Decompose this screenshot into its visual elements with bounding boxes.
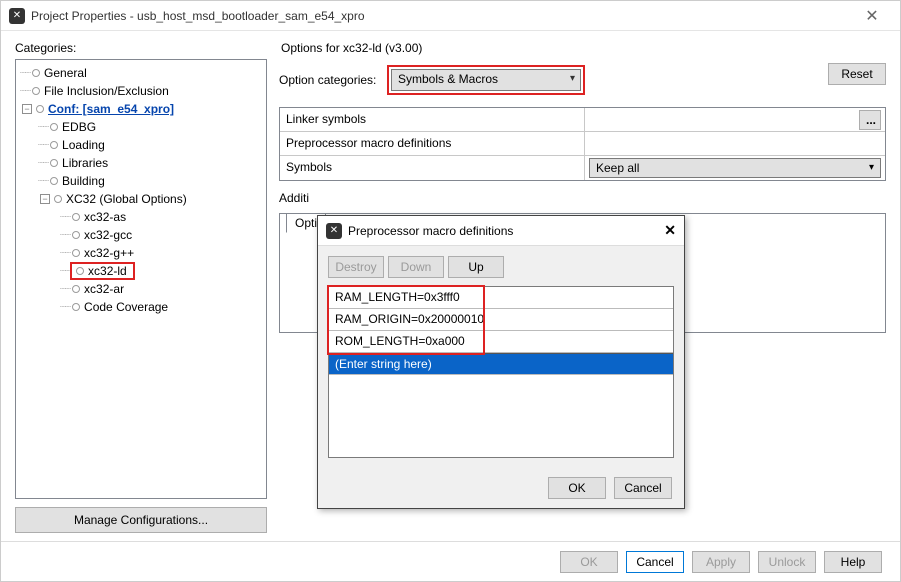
titlebar: ✕ Project Properties - usb_host_msd_boot… <box>1 1 900 31</box>
tree-item-loading[interactable]: ┈┈Loading <box>16 136 266 154</box>
modal-body: Destroy Down Up RAM_LENGTH=0x3fff0 RAM_O… <box>318 246 684 468</box>
modal-cancel-button[interactable]: Cancel <box>614 477 672 499</box>
linker-symbols-label: Linker symbols <box>280 108 585 131</box>
app-icon: ✕ <box>326 223 342 239</box>
dialog-footer: OK Cancel Apply Unlock Help <box>1 541 900 581</box>
additional-label: Additi <box>279 191 886 205</box>
collapse-icon[interactable]: − <box>22 104 32 114</box>
chevron-down-icon: ▾ <box>869 162 874 173</box>
options-for-label: Options for xc32-ld (v3.00) <box>281 41 886 55</box>
categories-panel: Categories: ┈┈General ┈┈File Inclusion/E… <box>15 41 267 533</box>
categories-tree[interactable]: ┈┈General ┈┈File Inclusion/Exclusion −Co… <box>15 59 267 499</box>
list-item[interactable]: ROM_LENGTH=0xa000 <box>329 331 673 353</box>
tree-item-xc32-gcc[interactable]: ┈┈xc32-gcc <box>16 226 266 244</box>
modal-titlebar: ✕ Preprocessor macro definitions ✕ <box>318 216 684 246</box>
options-grid: Linker symbols ... Preprocessor macro de… <box>279 107 886 181</box>
list-item[interactable]: RAM_ORIGIN=0x20000010 <box>329 309 673 331</box>
tree-item-xc32-as[interactable]: ┈┈xc32-as <box>16 208 266 226</box>
macro-list[interactable]: RAM_LENGTH=0x3fff0 RAM_ORIGIN=0x20000010… <box>328 286 674 458</box>
symbols-select-value: Keep all <box>596 161 639 175</box>
tree-item-xc32-ld[interactable]: ┈┈xc32-ld <box>16 262 266 280</box>
option-categories-select[interactable]: Symbols & Macros ▾ <box>391 69 581 91</box>
symbols-label: Symbols <box>280 156 585 180</box>
tree-item-file-inclusion[interactable]: ┈┈File Inclusion/Exclusion <box>16 82 266 100</box>
tree-item-conf[interactable]: −Conf: [sam_e54_xpro] <box>16 100 266 118</box>
apply-button[interactable]: Apply <box>692 551 750 573</box>
row-symbols: Symbols Keep all ▾ <box>280 156 885 180</box>
unlock-button[interactable]: Unlock <box>758 551 816 573</box>
preprocessor-macro-dialog: ✕ Preprocessor macro definitions ✕ Destr… <box>317 215 685 509</box>
dialog-body: Categories: ┈┈General ┈┈File Inclusion/E… <box>1 31 900 541</box>
help-button[interactable]: Help <box>824 551 882 573</box>
tree-item-xc32[interactable]: −XC32 (Global Options) <box>16 190 266 208</box>
destroy-button[interactable]: Destroy <box>328 256 384 278</box>
close-icon[interactable]: ✕ <box>664 222 676 239</box>
option-category-row: Option categories: Symbols & Macros ▾ <box>279 65 886 95</box>
tree-item-general[interactable]: ┈┈General <box>16 64 266 82</box>
linker-symbols-browse-button[interactable]: ... <box>859 110 881 130</box>
modal-toolbar: Destroy Down Up <box>328 256 674 278</box>
tree-item-xc32-ar[interactable]: ┈┈xc32-ar <box>16 280 266 298</box>
list-item[interactable]: RAM_LENGTH=0x3fff0 <box>329 287 673 309</box>
modal-title: Preprocessor macro definitions <box>348 224 664 238</box>
collapse-icon[interactable]: − <box>40 194 50 204</box>
row-linker-symbols: Linker symbols ... <box>280 108 885 132</box>
manage-configurations-button[interactable]: Manage Configurations... <box>15 507 267 533</box>
tree-item-xc32-gpp[interactable]: ┈┈xc32-g++ <box>16 244 266 262</box>
chevron-down-icon: ▾ <box>570 73 575 84</box>
preprocessor-label: Preprocessor macro definitions <box>280 132 585 155</box>
cancel-button[interactable]: Cancel <box>626 551 684 573</box>
categories-label: Categories: <box>15 41 267 55</box>
tree-item-code-coverage[interactable]: ┈┈Code Coverage <box>16 298 266 316</box>
down-button[interactable]: Down <box>388 256 444 278</box>
tree-item-building[interactable]: ┈┈Building <box>16 172 266 190</box>
window-title: Project Properties - usb_host_msd_bootlo… <box>31 9 852 23</box>
reset-button[interactable]: Reset <box>828 63 886 85</box>
symbols-select[interactable]: Keep all ▾ <box>589 158 881 178</box>
modal-ok-button[interactable]: OK <box>548 477 606 499</box>
app-icon: ✕ <box>9 8 25 24</box>
ok-button[interactable]: OK <box>560 551 618 573</box>
option-categories-value: Symbols & Macros <box>398 72 498 86</box>
project-properties-window: ✕ Project Properties - usb_host_msd_boot… <box>0 0 901 582</box>
tree-item-libraries[interactable]: ┈┈Libraries <box>16 154 266 172</box>
option-categories-label: Option categories: <box>279 73 387 87</box>
close-icon[interactable]: ✕ <box>852 6 892 26</box>
row-preprocessor-macros: Preprocessor macro definitions <box>280 132 885 156</box>
modal-footer: OK Cancel <box>318 468 684 508</box>
up-button[interactable]: Up <box>448 256 504 278</box>
list-item-new[interactable]: (Enter string here) <box>329 353 673 375</box>
tree-item-edbg[interactable]: ┈┈EDBG <box>16 118 266 136</box>
